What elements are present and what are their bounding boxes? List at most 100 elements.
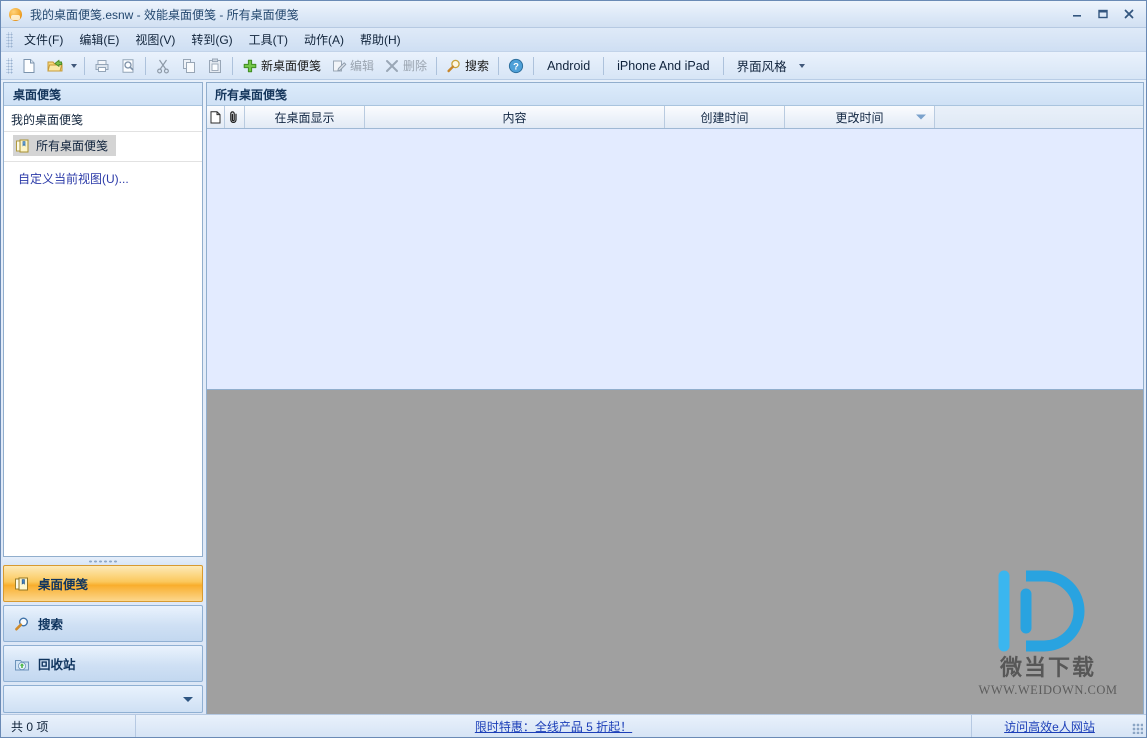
column-header-show-on-desktop[interactable]: 在桌面显示 [245,106,365,128]
delete-note-label: 删除 [403,59,428,73]
new-document-icon [23,58,35,73]
android-button[interactable]: Android [538,53,599,78]
toolbar-separator-4 [436,56,438,75]
watermark-url: WWW.WEIDOWN.COM [978,683,1118,697]
nav-button-recycle-bin[interactable]: 回收站 [3,645,203,682]
column-header-document[interactable] [207,106,225,128]
help-button[interactable]: ? [503,53,529,78]
toolbar-separator-2 [145,56,146,75]
delete-x-icon [386,59,399,72]
customize-view-label: 自定义当前视图(U)... [18,172,129,186]
watermark: 微当下载 WWW.WEIDOWN.COM [973,570,1123,698]
toolbar-separator-1 [84,56,85,75]
customize-view-link[interactable]: 自定义当前视图(U)... [18,170,202,187]
column-header-row: 在桌面显示 内容 创建时间 更改时间 [207,106,1143,129]
new-file-button[interactable] [16,53,42,78]
toolbar: 新桌面便笺 编辑 删除 搜索 ? Android iPhone And iPad… [1,52,1146,80]
print-button[interactable] [89,53,115,78]
minimize-button[interactable] [1064,4,1090,24]
promo-link[interactable]: 限时特惠：全线产品 5 折起！ [475,718,632,735]
watermark-logo [973,570,1123,652]
menu-goto[interactable]: 转到(G) [183,28,240,51]
status-website: 访问高效e人网站 [972,715,1127,737]
paste-button[interactable] [202,53,228,78]
notes-list-body[interactable] [207,129,1143,389]
sort-descending-icon [916,114,926,120]
note-icon [15,577,28,590]
nav-button-desktop-notes[interactable]: 桌面便笺 [3,565,203,602]
delete-note-button[interactable]: 删除 [379,53,432,78]
menu-bar: 文件(F) 编辑(E) 视图(V) 转到(G) 工具(T) 动作(A) 帮助(H… [1,28,1146,52]
status-bar: 共 0 项 限时特惠：全线产品 5 折起！ 访问高效e人网站 [1,714,1146,737]
nav-button-label: 回收站 [38,658,76,672]
tree-root-label: 我的桌面便笺 [4,109,202,132]
plus-icon [243,59,257,72]
sidebar-item-all-notes[interactable]: 所有桌面便笺 [13,135,117,156]
sidebar-item-label: 所有桌面便笺 [36,139,109,153]
website-label: 访问高效e人网站 [1004,719,1095,734]
pane-splitter[interactable] [3,557,203,565]
nav-button-search[interactable]: 搜索 [3,605,203,642]
menu-view[interactable]: 视图(V) [127,28,183,51]
open-file-dropdown-arrow[interactable] [71,63,77,68]
nav-collapse-bar[interactable] [3,685,203,713]
help-question-icon: ? [508,58,524,73]
edit-note-label: 编辑 [350,59,375,73]
document-icon [210,110,221,123]
app-icon [8,6,24,22]
search-icon [15,617,28,630]
print-preview-icon [122,58,134,73]
new-note-button[interactable]: 新桌面便笺 [237,53,326,78]
column-header-content[interactable]: 内容 [365,106,665,128]
list-header-title: 所有桌面便笺 [207,83,1143,106]
resize-grip[interactable] [1127,715,1146,737]
promo-label: 限时特惠：全线产品 5 折起！ [474,719,633,734]
edit-note-button[interactable]: 编辑 [326,53,379,78]
toolbar-separator-6 [533,56,535,75]
open-file-button[interactable] [42,53,68,78]
tree-body: 我的桌面便笺 所有桌面便笺 自定义当前视图(U)... [4,106,202,556]
note-icon [16,139,29,152]
menu-actions[interactable]: 动作(A) [296,28,352,51]
svg-text:?: ? [513,61,519,72]
weidown-d-logo-icon [998,570,1085,652]
main-body: 桌面便笺 我的桌面便笺 所有桌面便笺 自定义当前视图(U)... 桌面便笺 搜索… [1,80,1146,714]
search-label: 搜索 [465,59,490,73]
menu-file[interactable]: 文件(F) [16,28,71,51]
chevron-down-icon [183,696,193,702]
close-button[interactable] [1116,4,1142,24]
column-header-filler [935,106,1143,128]
maximize-button[interactable] [1090,4,1116,24]
search-button[interactable]: 搜索 [441,53,494,78]
paste-icon [209,58,221,73]
website-link[interactable]: 访问高效e人网站 [1004,718,1095,735]
recycle-bin-icon [15,659,29,670]
status-item-count: 共 0 项 [1,715,136,737]
column-header-modified-time[interactable]: 更改时间 [785,106,935,128]
print-preview-button[interactable] [115,53,141,78]
application-window: 我的桌面便笺.esnw - 效能桌面便笺 - 所有桌面便笺 文件(F) 编辑(E… [0,0,1147,738]
cut-button[interactable] [150,53,176,78]
toolbar-separator-7 [603,56,605,75]
watermark-title: 微当下载 [999,655,1096,680]
menu-edit[interactable]: 编辑(E) [71,28,127,51]
menu-drag-grip[interactable] [6,31,13,48]
menu-tools[interactable]: 工具(T) [241,28,296,51]
toolbar-separator-3 [232,56,233,75]
column-header-modified-time-label: 更改时间 [835,110,884,125]
search-icon [447,59,460,72]
nav-button-label: 搜索 [38,618,64,632]
copy-icon [183,58,195,73]
navigation-tree-panel: 桌面便笺 我的桌面便笺 所有桌面便笺 自定义当前视图(U)... [3,82,203,557]
preview-panel: 微当下载 WWW.WEIDOWN.COM [206,390,1144,714]
window-controls [1064,1,1146,27]
navigation-pane: 桌面便笺 搜索 回收站 [3,565,203,714]
toolbar-drag-grip[interactable] [6,57,13,74]
copy-button[interactable] [176,53,202,78]
menu-help[interactable]: 帮助(H) [352,28,409,51]
column-header-created-time[interactable]: 创建时间 [665,106,785,128]
skin-style-button[interactable]: 界面风格 [728,53,796,78]
iphone-ipad-button[interactable]: iPhone And iPad [608,53,718,78]
skin-style-dropdown-arrow[interactable] [798,63,805,68]
column-header-attachment[interactable] [225,106,245,128]
